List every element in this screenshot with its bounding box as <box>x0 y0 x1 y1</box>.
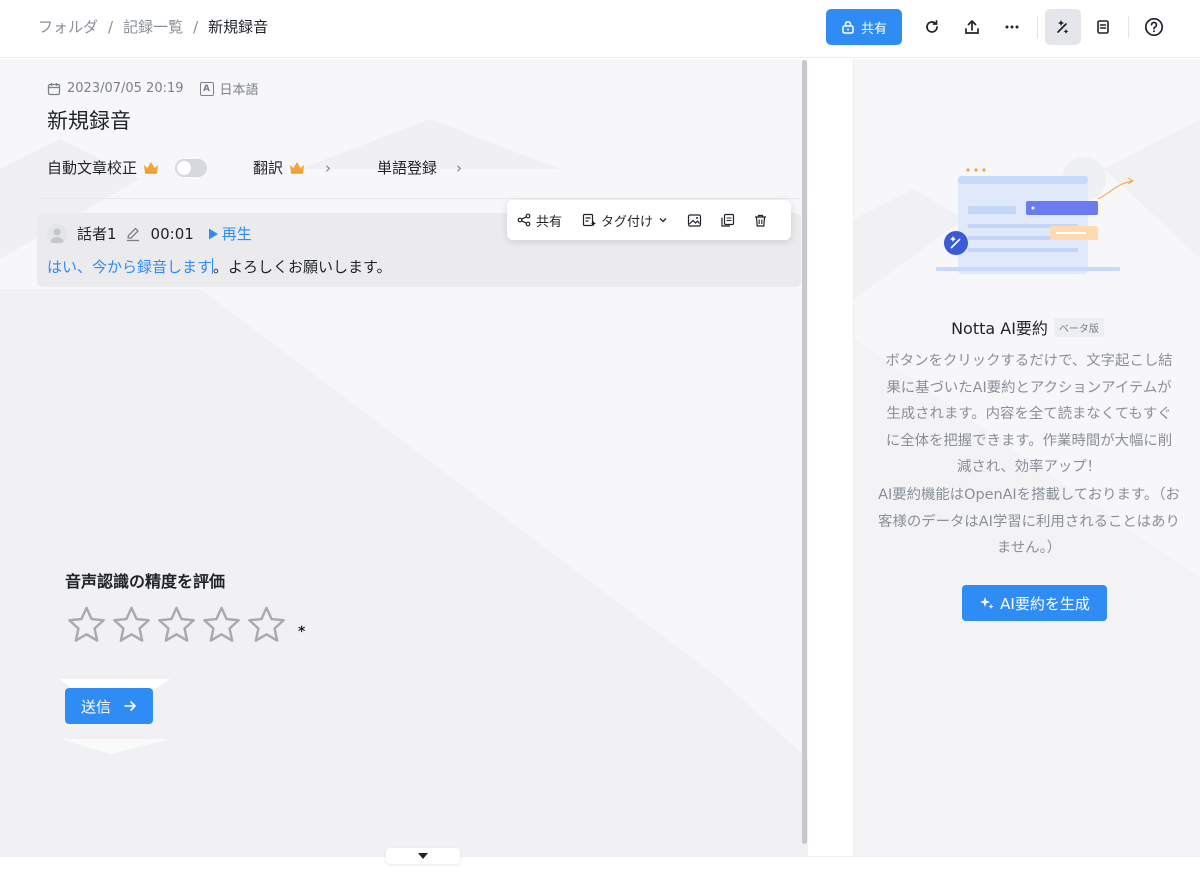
generate-ai-summary-label: AI要約を生成 <box>1000 594 1090 613</box>
proofread-toggle[interactable] <box>175 158 208 177</box>
notes-button[interactable] <box>1085 9 1121 45</box>
breadcrumb-current: 新規録音 <box>208 18 269 36</box>
star-icon[interactable] <box>65 604 108 646</box>
recording-language[interactable]: 日本語 <box>220 79 259 98</box>
segment-share-label: 共有 <box>536 214 563 230</box>
copy-button[interactable] <box>711 213 744 228</box>
recording-title[interactable]: 新規録音 <box>47 105 131 135</box>
submit-label: 送信 <box>80 697 111 716</box>
proofread-label: 自動文章校正 <box>47 159 138 177</box>
speaker-name[interactable]: 話者1 <box>77 223 117 244</box>
breadcrumb-records[interactable]: 記録一覧 <box>123 16 183 37</box>
user-icon <box>50 227 64 243</box>
rating-stars: * <box>65 604 305 646</box>
chevron-right-icon: › <box>456 158 463 177</box>
breadcrumb: フォルダ / 記録一覧 / 新規録音 <box>38 16 268 37</box>
arrow-right-icon <box>124 701 136 711</box>
speaker-avatar <box>47 223 67 244</box>
background-pattern <box>0 119 808 856</box>
ai-summary-panel: Notta AI要約 ベータ版 ボタンをクリックするだけで、文字起こし結果に基づ… <box>853 59 1200 856</box>
help-icon <box>1144 17 1164 37</box>
submit-rating-button[interactable]: 送信 <box>65 688 153 724</box>
upload-icon <box>965 20 979 34</box>
segment-tag-button[interactable]: タグ付け <box>572 211 678 230</box>
translate-option[interactable]: 翻訳 › <box>253 157 331 178</box>
segment-text-played: はい、今から録音します <box>47 258 213 276</box>
breadcrumb-separator: / <box>193 17 199 36</box>
expand-player-button[interactable] <box>386 848 460 864</box>
segment-text-rest: 。よろしくお願いします。 <box>213 258 392 276</box>
recording-meta: 2023/07/05 20:19 A 日本語 <box>47 79 259 98</box>
breadcrumb-separator: / <box>108 17 114 36</box>
trash-icon <box>755 214 767 227</box>
transcript-options: 自動文章校正 翻訳 › 単語登録 › <box>47 157 462 178</box>
ai-summary-toggle[interactable] <box>1045 9 1081 45</box>
segment-share-button[interactable]: 共有 <box>507 211 572 230</box>
transcript-area: 2023/07/05 20:19 A 日本語 新規録音 自動文章校正 翻訳 › … <box>0 59 808 856</box>
header-toolbar: 共有 <box>826 9 1174 45</box>
recording-datetime: 2023/07/05 20:19 <box>67 81 184 96</box>
calendar-icon <box>47 82 61 95</box>
vocabulary-label: 単語登録 <box>377 159 438 177</box>
language-icon: A <box>199 81 214 96</box>
toolbar-divider <box>1037 16 1038 38</box>
share-button[interactable]: 共有 <box>826 9 902 45</box>
transcript-scrollbar[interactable] <box>802 60 807 844</box>
translate-label: 翻訳 <box>253 159 284 177</box>
delete-button[interactable] <box>744 213 777 228</box>
ai-summary-heading: Notta AI要約 <box>951 319 1048 338</box>
star-icon[interactable] <box>200 604 243 646</box>
crown-icon <box>144 162 159 174</box>
lock-icon <box>842 20 854 34</box>
ai-magic-icon <box>1057 20 1069 34</box>
caret-down-icon <box>418 853 428 859</box>
proofread-option: 自動文章校正 <box>47 157 208 178</box>
star-icon[interactable] <box>245 604 288 646</box>
export-button[interactable] <box>954 9 990 45</box>
play-label: 再生 <box>221 225 252 243</box>
image-icon <box>687 213 702 227</box>
refresh-button[interactable] <box>914 9 950 45</box>
top-header: フォルダ / 記録一覧 / 新規録音 共有 <box>0 0 1200 58</box>
toolbar-divider <box>1128 16 1129 38</box>
play-button[interactable]: 再生 <box>208 223 252 244</box>
share-nodes-icon <box>517 213 531 227</box>
ai-summary-illustration <box>936 157 1134 274</box>
insert-image-button[interactable] <box>678 213 711 228</box>
beta-badge: ベータ版 <box>1053 317 1104 337</box>
more-button[interactable] <box>994 9 1030 45</box>
copy-icon <box>721 213 735 227</box>
options-divider <box>37 198 801 199</box>
panel-gutter <box>808 59 853 856</box>
star-icon[interactable] <box>155 604 198 646</box>
ai-summary-title: Notta AI要約 ベータ版 <box>854 315 1200 339</box>
segment-tag-label: タグ付け <box>601 214 654 230</box>
chevron-right-icon: › <box>325 158 332 177</box>
ai-summary-note: AI要約機能はOpenAIを搭載しております。（お客様のデータはAI学習に利用さ… <box>878 487 1180 556</box>
rating-title: 音声認識の精度を評価 <box>65 572 226 591</box>
more-icon <box>1005 25 1019 29</box>
segment-header: 話者1 00:01 再生 <box>47 223 252 244</box>
chevron-down-icon <box>659 218 667 223</box>
star-icon[interactable] <box>110 604 153 646</box>
help-button[interactable] <box>1136 9 1172 45</box>
play-icon <box>208 228 218 239</box>
edit-pencil-icon[interactable] <box>125 226 141 242</box>
sparkle-icon <box>980 597 994 609</box>
player-bar <box>0 856 1200 875</box>
crown-icon <box>290 162 305 174</box>
breadcrumb-folder[interactable]: フォルダ <box>38 16 98 37</box>
vocabulary-option[interactable]: 単語登録 › <box>377 157 462 178</box>
share-label: 共有 <box>860 21 887 37</box>
refresh-icon <box>926 20 938 33</box>
segment-text[interactable]: はい、今から録音します。よろしくお願いします。 <box>47 256 392 277</box>
ai-summary-description: ボタンをクリックするだけで、文字起こし結果に基づいたAI要約とアクションアイテム… <box>885 353 1173 475</box>
notes-icon <box>1097 20 1109 34</box>
generate-ai-summary-button[interactable]: AI要約を生成 <box>962 585 1107 621</box>
required-mark: * <box>298 624 306 640</box>
segment-toolbar: 共有 タグ付け <box>507 200 791 240</box>
tag-icon <box>582 213 596 227</box>
segment-timestamp: 00:01 <box>150 224 194 243</box>
